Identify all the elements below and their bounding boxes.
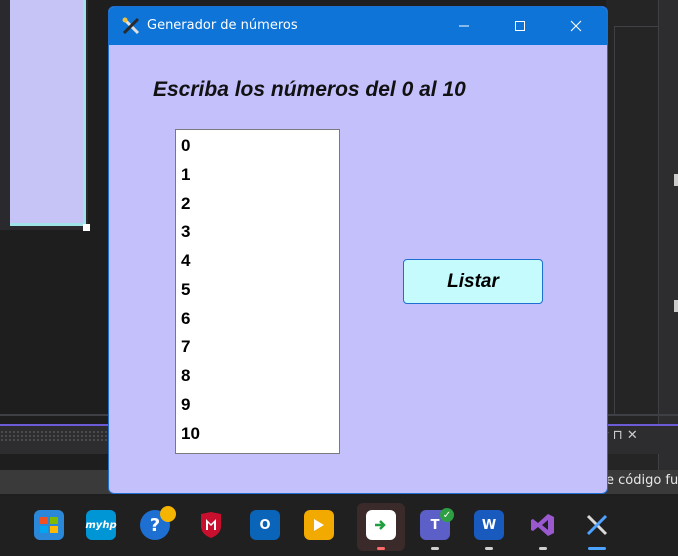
tools-icon	[121, 16, 141, 36]
taskbar-indicator	[485, 547, 493, 550]
list-item[interactable]: 8	[181, 366, 190, 386]
window-title: Generador de números	[147, 18, 298, 33]
taskbar-indicator	[377, 547, 385, 550]
ide-right-toolstrip	[658, 0, 678, 470]
tools-app-icon[interactable]	[582, 510, 612, 540]
minimize-button[interactable]	[441, 7, 487, 45]
taskbar-indicator-active	[588, 547, 606, 550]
list-item[interactable]: 5	[181, 280, 190, 300]
check-icon: ✓	[440, 508, 454, 522]
toolstrip-marker	[674, 300, 678, 312]
list-item[interactable]: 0	[181, 136, 190, 156]
listar-button[interactable]: Listar	[403, 259, 543, 304]
taskbar-indicator	[539, 547, 547, 550]
list-item[interactable]: 7	[181, 337, 190, 357]
form-designer-surface	[10, 0, 86, 226]
myhp-icon[interactable]: myhp	[85, 510, 117, 540]
grip-dots[interactable]	[0, 430, 108, 442]
numbers-listbox[interactable]: 0 1 2 3 4 5 6 7 8 9 10	[175, 129, 340, 454]
instruction-heading: Escriba los números del 0 al 10	[153, 78, 466, 101]
maximize-button[interactable]	[497, 7, 543, 45]
list-item[interactable]: 2	[181, 194, 190, 214]
file-transfer-icon[interactable]	[366, 510, 396, 540]
notification-badge	[160, 506, 176, 522]
list-item[interactable]: 10	[181, 424, 200, 444]
word-icon[interactable]: W	[474, 510, 504, 540]
visual-studio-icon[interactable]	[528, 510, 558, 540]
list-item[interactable]: 9	[181, 395, 190, 415]
title-bar[interactable]: Generador de números	[109, 7, 607, 45]
resize-handle[interactable]	[83, 224, 90, 231]
ide-right-panel-frame	[614, 26, 662, 416]
microsoft-store-icon[interactable]	[34, 510, 64, 540]
list-item[interactable]: 1	[181, 165, 190, 185]
power-automate-icon[interactable]	[304, 510, 334, 540]
list-item[interactable]: 3	[181, 222, 190, 242]
toolstrip-marker	[674, 174, 678, 186]
close-button[interactable]	[553, 7, 599, 45]
status-bar-text: e código fu	[606, 473, 678, 488]
taskbar-indicator	[431, 547, 439, 550]
list-item[interactable]: 6	[181, 309, 190, 329]
outlook-icon[interactable]: O	[250, 510, 280, 540]
mcafee-icon[interactable]	[196, 510, 226, 540]
list-item[interactable]: 4	[181, 251, 190, 271]
app-window: Generador de números Escriba los números…	[108, 6, 608, 494]
